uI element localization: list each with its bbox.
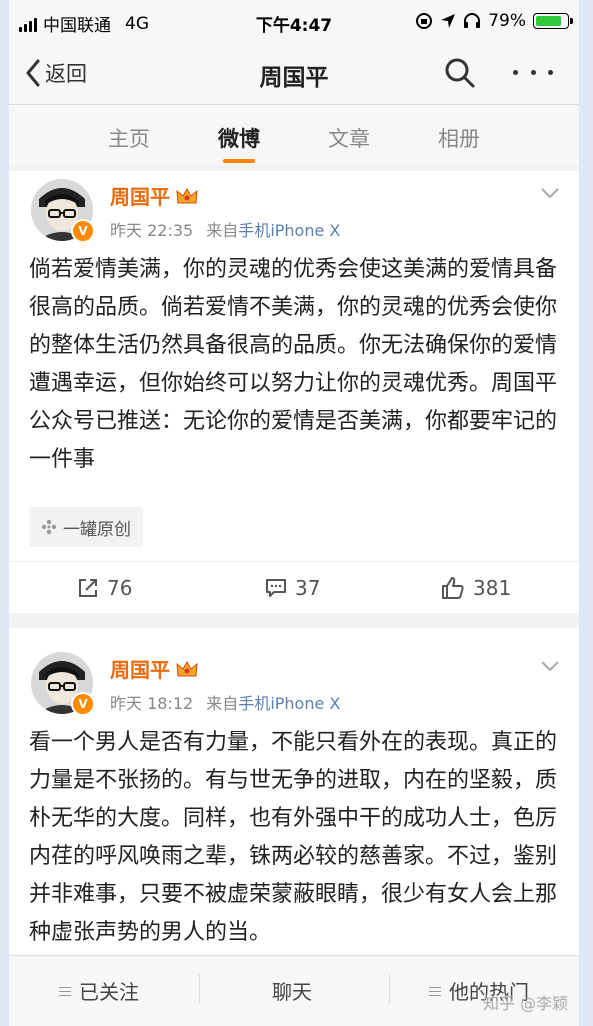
like-count: 381 — [473, 576, 512, 600]
chat-button[interactable]: 聊天 — [272, 976, 312, 1005]
username-label: 周国平 — [110, 185, 170, 209]
search-icon[interactable] — [443, 56, 477, 90]
avatar[interactable]: V — [31, 179, 95, 243]
tab-weibo-label: 微博 — [218, 127, 260, 151]
battery-percent: 79% — [488, 11, 526, 31]
profile-tabs: 主页 微博 文章 相册 — [9, 105, 579, 165]
repost-count: 76 — [107, 576, 133, 600]
post-text: 看一个男人是否有力量，不能只看外在的表现。真正的力量是不张扬的。有与世无争的进取… — [29, 730, 558, 945]
active-tab-indicator — [223, 159, 255, 163]
post-card[interactable]: V 周国平 昨天 18:12 来自手机iPhone X 看一个男人是否有力量，不… — [9, 628, 579, 958]
divider — [199, 974, 200, 1004]
chevron-down-icon[interactable] — [541, 660, 559, 672]
comment-icon — [266, 579, 286, 597]
headphones-icon — [464, 13, 481, 28]
tag-label: 一罐原创 — [63, 519, 131, 540]
menu-icon — [59, 986, 71, 996]
menu-icon — [429, 986, 441, 996]
like-button[interactable]: 381 — [441, 576, 511, 600]
chevron-down-icon[interactable] — [541, 187, 559, 199]
post-meta: 昨天 22:35 来自手机iPhone X — [110, 217, 340, 241]
comment-count: 37 — [295, 576, 321, 600]
crown-vip-icon — [176, 187, 198, 203]
post-card[interactable]: V 周国平 昨天 22:35 来自手机iPhone X 倘若爱情美满，你的灵魂的… — [9, 171, 579, 613]
flower-icon — [41, 519, 57, 535]
followed-label: 已关注 — [79, 980, 139, 1004]
battery-icon — [533, 13, 573, 29]
post-source[interactable]: 手机iPhone X — [238, 694, 340, 713]
phone-screen: 中国联通 4G 下午4:47 79% 返回 周国平 主页 微博 文章 相册 V … — [9, 0, 579, 1026]
crown-vip-icon — [176, 660, 198, 676]
post-actions: 76 37 381 — [9, 561, 579, 614]
nav-bar: 返回 周国平 — [9, 44, 579, 105]
tab-weibo[interactable]: 微博 — [184, 123, 294, 163]
location-icon — [441, 14, 456, 28]
avatar[interactable]: V — [31, 652, 95, 716]
more-icon[interactable] — [513, 60, 553, 84]
divider — [389, 974, 390, 1004]
post-time: 昨天 18:12 — [110, 694, 194, 713]
verified-badge-icon: V — [71, 692, 95, 716]
followed-button[interactable]: 已关注 — [59, 976, 139, 1005]
share-icon — [79, 579, 97, 597]
verified-badge-icon: V — [71, 219, 95, 243]
comment-button[interactable]: 37 — [265, 576, 320, 600]
tab-albums[interactable]: 相册 — [404, 123, 514, 153]
watermark: 知乎 @李颖 — [483, 994, 569, 1013]
repost-button[interactable]: 76 — [77, 576, 132, 600]
chat-label: 聊天 — [272, 980, 312, 1004]
post-meta: 昨天 18:12 来自手机iPhone X — [110, 690, 340, 714]
tab-articles[interactable]: 文章 — [294, 123, 404, 153]
post-source[interactable]: 手机iPhone X — [238, 221, 340, 240]
page-title: 周国平 — [259, 65, 329, 91]
source-prefix: 来自 — [206, 221, 239, 240]
post-time: 昨天 22:35 — [110, 221, 194, 240]
post-text: 倘若爱情美满，你的灵魂的优秀会使这美满的爱情具备很高的品质。倘若爱情不美满，你的… — [29, 257, 558, 472]
post-username[interactable]: 周国平 — [110, 654, 198, 683]
thumbs-up-icon — [442, 577, 464, 599]
source-prefix: 来自 — [206, 694, 239, 713]
tab-home[interactable]: 主页 — [74, 123, 184, 153]
status-bar: 中国联通 4G 下午4:47 79% — [9, 0, 579, 44]
username-label: 周国平 — [110, 658, 170, 682]
rotation-lock-icon — [416, 13, 433, 29]
post-tag[interactable]: 一罐原创 — [29, 507, 143, 547]
post-username[interactable]: 周国平 — [110, 181, 198, 210]
